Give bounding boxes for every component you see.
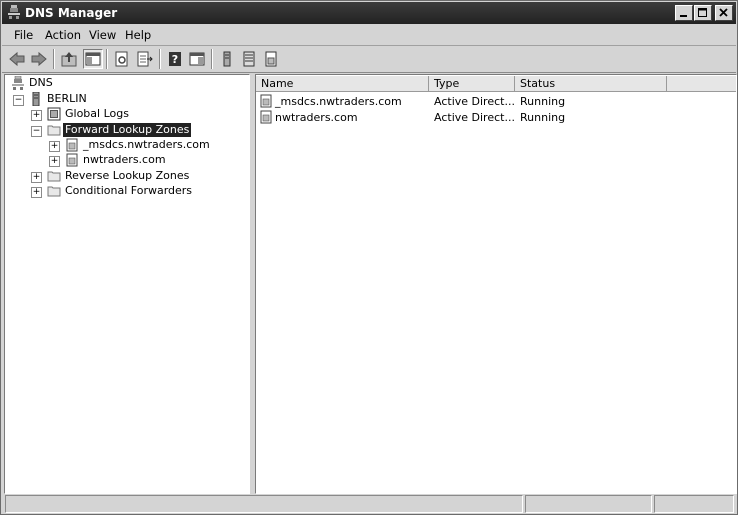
tree-label: Conditional Forwarders (65, 184, 193, 197)
column-header-status[interactable]: Status (515, 76, 667, 92)
collapse-toggle[interactable]: − (13, 95, 24, 106)
close-icon (719, 8, 728, 17)
log-icon (47, 107, 61, 121)
window-title: DNS Manager (25, 6, 118, 20)
tree-label: Global Logs (65, 107, 129, 120)
expand-toggle[interactable]: + (49, 141, 60, 152)
toolbar-separator (159, 49, 160, 69)
menu-bar: File Action View Help (2, 25, 736, 46)
pane-splitter[interactable] (250, 74, 254, 494)
tree-label: Reverse Lookup Zones (65, 169, 190, 182)
cell-status: Running (520, 95, 566, 108)
title-bar[interactable]: DNS Manager (2, 2, 736, 24)
zone-icon (260, 94, 272, 108)
help-icon[interactable]: ? (166, 50, 184, 68)
status-panel (525, 495, 652, 513)
expand-toggle[interactable]: + (31, 110, 42, 121)
zone-icon (66, 153, 78, 167)
menu-file[interactable]: File (14, 28, 33, 42)
cell-name: _msdcs.nwtraders.com (275, 95, 402, 108)
cell-type: Active Direct... (434, 95, 515, 108)
refresh-icon[interactable] (113, 50, 131, 68)
status-panel (654, 495, 734, 513)
dns-app-icon (8, 5, 20, 19)
svg-text:?: ? (172, 53, 178, 66)
export-list-icon[interactable] (136, 50, 154, 68)
status-bar (2, 494, 736, 513)
toolbar-separator (106, 49, 107, 69)
minimize-icon (680, 15, 687, 17)
tree-label: DNS (29, 76, 53, 89)
zone-document-icon[interactable] (262, 50, 280, 68)
dns-icon (12, 76, 24, 90)
column-header-filler (667, 76, 736, 92)
toolbar-separator (53, 49, 54, 69)
server-icon (32, 92, 40, 106)
back-arrow-icon[interactable] (8, 50, 26, 68)
console-tree: DNS − BERLIN + Global Logs − Forward Loo… (4, 74, 250, 494)
collapse-toggle[interactable]: − (31, 126, 42, 137)
tree-label-selected: Forward Lookup Zones (63, 123, 192, 137)
record-list-icon[interactable] (240, 50, 258, 68)
minimize-button[interactable] (675, 5, 693, 21)
show-hide-console-tree-icon[interactable] (83, 49, 103, 69)
menu-action[interactable]: Action (45, 28, 81, 42)
menu-view[interactable]: View (89, 28, 116, 42)
toolbar-separator (211, 49, 212, 69)
cell-name: nwtraders.com (275, 111, 358, 124)
show-hide-action-pane-icon[interactable] (188, 50, 206, 68)
close-button[interactable] (715, 5, 733, 21)
zone-icon (66, 138, 78, 152)
status-panel (5, 495, 523, 513)
expand-toggle[interactable]: + (49, 156, 60, 167)
cell-status: Running (520, 111, 566, 124)
folder-icon (47, 171, 61, 182)
list-row[interactable]: nwtraders.com Active Direct... Running (259, 110, 729, 125)
folder-icon (47, 125, 61, 136)
expand-toggle[interactable]: + (31, 172, 42, 183)
cell-type: Active Direct... (434, 111, 515, 124)
expand-toggle[interactable]: + (31, 187, 42, 198)
server-icon[interactable] (218, 50, 236, 68)
maximize-button[interactable] (694, 5, 712, 21)
menu-help[interactable]: Help (125, 28, 151, 42)
tree-label: nwtraders.com (83, 153, 166, 166)
tree-label: _msdcs.nwtraders.com (83, 138, 210, 151)
tree-label: BERLIN (47, 92, 87, 105)
dns-manager-window: DNS Manager File Action View Help ? DNS … (0, 0, 738, 515)
column-header-name[interactable]: Name (256, 76, 429, 92)
results-list: Name Type Status _msdcs.nwtraders.com Ac… (255, 74, 737, 494)
column-header-type[interactable]: Type (429, 76, 515, 92)
toolbar: ? (2, 46, 736, 73)
list-row[interactable]: _msdcs.nwtraders.com Active Direct... Ru… (259, 94, 729, 109)
folder-icon (47, 186, 61, 197)
forward-arrow-icon[interactable] (30, 50, 48, 68)
maximize-icon (698, 8, 707, 17)
up-folder-icon[interactable] (60, 50, 78, 68)
zone-icon (260, 110, 272, 124)
